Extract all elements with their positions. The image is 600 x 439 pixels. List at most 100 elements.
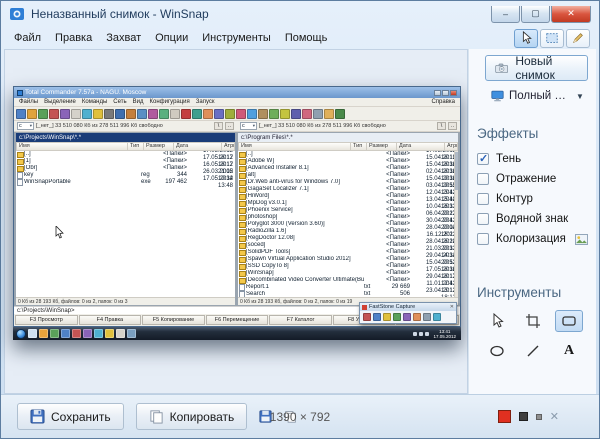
column-header[interactable]: Атрибуты [445,142,458,151]
effect-checkbox[interactable] [477,173,489,185]
effect-row[interactable]: Контур [477,189,588,209]
captured-image[interactable]: Total Commander 7.57a - NAGU. Moscow Фай… [13,86,461,340]
tool-crop[interactable] [519,310,547,332]
column-header[interactable]: Размер [144,142,174,151]
tc-toolbar-icon[interactable] [82,109,92,119]
color-swatch-primary[interactable] [498,410,511,423]
menu-item[interactable]: Захват [99,30,148,46]
effect-checkbox[interactable] [477,213,489,225]
drive-selector[interactable]: c▾ [17,122,34,130]
tc-toolbar-icon[interactable] [258,109,268,119]
copy-button[interactable]: Копировать [136,403,248,430]
menu-item[interactable]: Файл [7,30,48,46]
effect-checkbox[interactable] [477,193,489,205]
effect-row[interactable]: Колоризация [477,229,588,249]
tc-toolbar-icon[interactable] [60,109,70,119]
function-key-button[interactable]: F4 Правка [79,315,142,325]
parent-dir-button[interactable]: .. [225,122,234,130]
tc-right-path[interactable]: c:\Program Files\*.* [238,133,458,142]
tc-toolbar-icon[interactable] [214,109,224,119]
tc-toolbar-icon[interactable] [159,109,169,119]
effect-row[interactable]: Отражение [477,169,588,189]
tc-toolbar-icon[interactable] [280,109,290,119]
tc-toolbar-icon[interactable] [16,109,26,119]
tc-toolbar-icon[interactable] [115,109,125,119]
menu-item[interactable]: Инструменты [195,30,278,46]
tc-menu-item[interactable]: Файлы [16,99,41,105]
faststone-tool-icon[interactable] [393,313,401,321]
menu-item[interactable]: Правка [48,30,99,46]
faststone-tool-icon[interactable] [373,313,381,321]
tc-toolbar-icon[interactable] [49,109,59,119]
faststone-tool-icon[interactable] [363,313,371,321]
capture-mode-dropdown[interactable]: Полный экран ▼ [491,90,592,102]
column-header[interactable]: Имя [16,142,128,151]
effect-checkbox[interactable] [477,153,489,165]
function-key-button[interactable]: F7 Каталог [269,315,332,325]
save-button[interactable]: Сохранить [17,403,124,430]
tc-toolbar-icon[interactable] [126,109,136,119]
cursor-tool-button[interactable] [514,29,538,48]
clear-icon[interactable]: ✕ [550,410,559,423]
scrollbar-thumb[interactable] [455,152,458,190]
parent-dir-button[interactable]: .. [448,122,457,130]
tc-toolbar-icon[interactable] [181,109,191,119]
faststone-tool-icon[interactable] [403,313,411,321]
function-key-button[interactable]: F3 Просмотр [15,315,78,325]
tc-menu-help[interactable]: Справка [428,99,458,105]
region-tool-button[interactable] [540,29,564,48]
tc-toolbar-icon[interactable] [93,109,103,119]
tool-ellipse[interactable] [483,340,511,362]
preview-canvas[interactable]: Total Commander 7.57a - NAGU. Moscow Фай… [4,49,468,394]
tc-toolbar-icon[interactable] [302,109,312,119]
column-header[interactable]: Имя [238,142,351,151]
tool-cursor[interactable] [483,310,511,332]
tc-left-path[interactable]: c:\Projects\WinSnap\*.* [16,133,235,142]
tc-toolbar-icon[interactable] [170,109,180,119]
tc-toolbar-icon[interactable] [203,109,213,119]
tc-toolbar-icon[interactable] [38,109,48,119]
tc-menu-item[interactable]: Конфигурация [147,99,193,105]
tc-toolbar-icon[interactable] [335,109,345,119]
tc-menu-item[interactable]: Команды [79,99,110,105]
tool-text[interactable]: A [555,340,583,362]
drive-selector[interactable]: c▾ [240,122,257,130]
effect-row[interactable]: Тень [477,149,588,169]
tc-toolbar-icon[interactable] [269,109,279,119]
tc-toolbar-icon[interactable] [236,109,246,119]
tc-toolbar-icon[interactable] [137,109,147,119]
tc-toolbar-icon[interactable] [71,109,81,119]
column-header[interactable]: Дата [174,142,222,151]
minimize-button[interactable]: – [491,6,520,23]
pencil-tool-button[interactable] [566,29,590,48]
scrollbar[interactable] [454,151,458,297]
close-button[interactable]: ✕ [551,6,591,23]
tc-toolbar-icon[interactable] [324,109,334,119]
table-row[interactable]: Search txt 506 23.04.2012 18:12 [238,291,458,297]
faststone-close-icon[interactable]: ✕ [450,304,454,310]
menu-item[interactable]: Опции [148,30,195,46]
function-key-button[interactable]: F6 Перемещение [206,315,269,325]
faststone-tool-icon[interactable] [423,313,431,321]
faststone-tool-icon[interactable] [413,313,421,321]
tc-toolbar-icon[interactable] [148,109,158,119]
menu-item[interactable]: Помощь [278,30,335,46]
tc-toolbar-icon[interactable] [192,109,202,119]
color-swatch-secondary[interactable] [519,412,528,421]
column-header[interactable]: Тип [128,142,144,151]
size-swatch[interactable] [536,414,542,420]
root-dir-button[interactable]: \ [214,122,223,130]
tc-menu-item[interactable]: Выделение [41,99,79,105]
tool-rectangle[interactable] [555,310,583,332]
tc-toolbar-icon[interactable] [247,109,257,119]
tc-toolbar-icon[interactable] [291,109,301,119]
column-header[interactable]: Дата [397,142,445,151]
new-snapshot-button[interactable]: Новый снимок [485,55,588,81]
effect-checkbox[interactable] [477,233,489,245]
faststone-tool-icon[interactable] [383,313,391,321]
function-key-button[interactable]: F5 Копирование [142,315,205,325]
column-header[interactable]: Тип [351,142,367,151]
maximize-button[interactable]: ▢ [521,6,550,23]
tc-toolbar-icon[interactable] [27,109,37,119]
tc-toolbar-icon[interactable] [225,109,235,119]
